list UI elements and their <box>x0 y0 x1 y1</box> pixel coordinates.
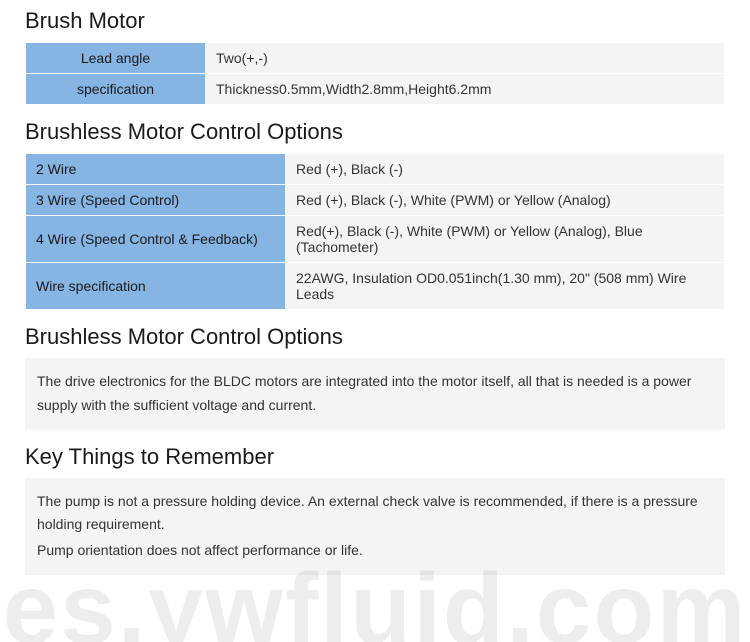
table-row: Wire specification 22AWG, Insulation OD0… <box>26 263 725 310</box>
table-row: 2 Wire Red (+), Black (-) <box>26 154 725 185</box>
brush-motor-table: Lead angle Two(+,-) specification Thickn… <box>25 42 725 105</box>
cell-label: specification <box>26 74 206 105</box>
cell-label: 3 Wire (Speed Control) <box>26 185 286 216</box>
key-things-line: The pump is not a pressure holding devic… <box>37 490 713 538</box>
cell-value: Two(+,-) <box>206 43 725 74</box>
section-title-bldc-note: Brushless Motor Control Options <box>25 324 725 350</box>
cell-label: 4 Wire (Speed Control & Feedback) <box>26 216 286 263</box>
cell-value: Red (+), Black (-) <box>286 154 725 185</box>
bldc-options-table: 2 Wire Red (+), Black (-) 3 Wire (Speed … <box>25 153 725 310</box>
cell-value: Red (+), Black (-), White (PWM) or Yello… <box>286 185 725 216</box>
bldc-note-text: The drive electronics for the BLDC motor… <box>37 370 713 418</box>
cell-label: 2 Wire <box>26 154 286 185</box>
bldc-note-box: The drive electronics for the BLDC motor… <box>25 358 725 430</box>
table-row: Lead angle Two(+,-) <box>26 43 725 74</box>
cell-label: Wire specification <box>26 263 286 310</box>
key-things-line: Pump orientation does not affect perform… <box>37 539 713 563</box>
cell-value: Thickness0.5mm,Width2.8mm,Height6.2mm <box>206 74 725 105</box>
table-row: 4 Wire (Speed Control & Feedback) Red(+)… <box>26 216 725 263</box>
section-title-bldc-options: Brushless Motor Control Options <box>25 119 725 145</box>
cell-value: Red(+), Black (-), White (PWM) or Yellow… <box>286 216 725 263</box>
table-row: 3 Wire (Speed Control) Red (+), Black (-… <box>26 185 725 216</box>
cell-value: 22AWG, Insulation OD0.051inch(1.30 mm), … <box>286 263 725 310</box>
cell-label: Lead angle <box>26 43 206 74</box>
table-row: specification Thickness0.5mm,Width2.8mm,… <box>26 74 725 105</box>
section-title-key-things: Key Things to Remember <box>25 444 725 470</box>
section-title-brush-motor: Brush Motor <box>25 8 725 34</box>
key-things-box: The pump is not a pressure holding devic… <box>25 478 725 575</box>
